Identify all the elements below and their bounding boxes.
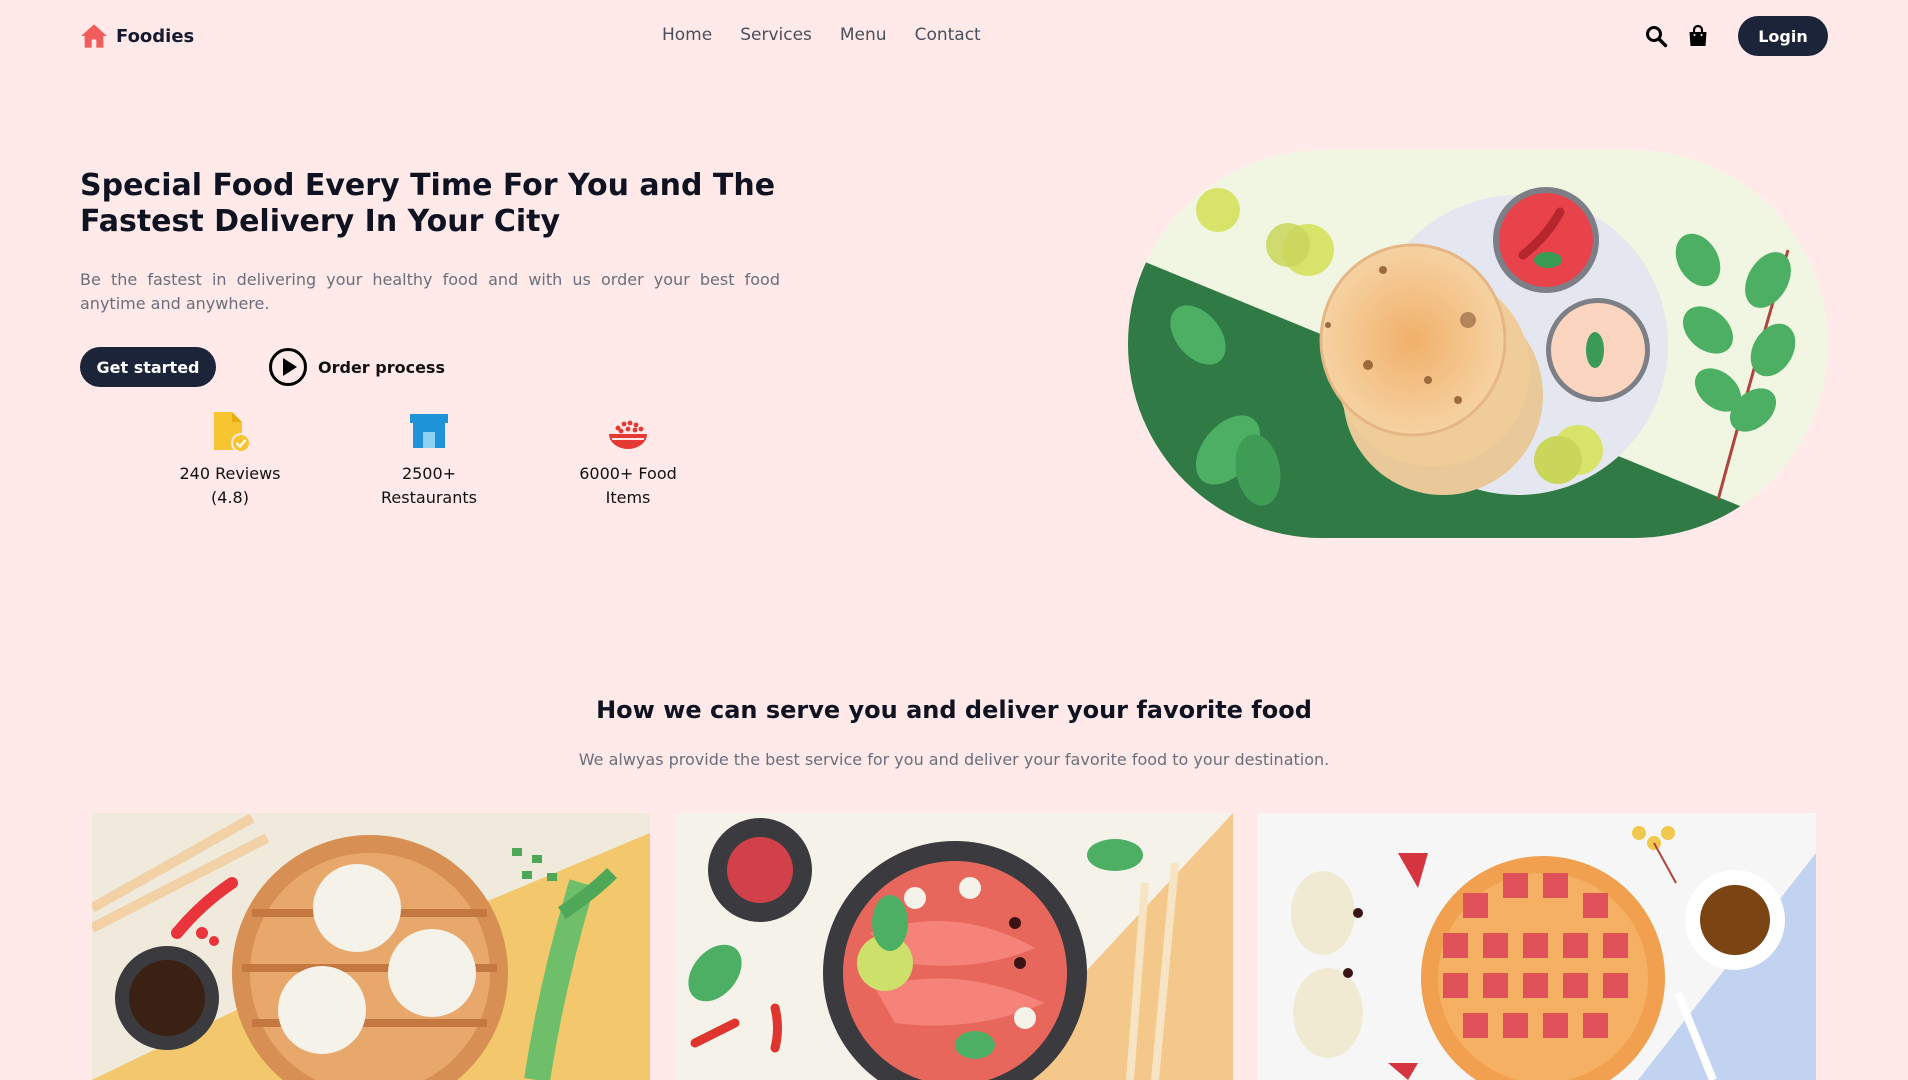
reviews-document-icon [214, 412, 251, 453]
nav-link-home[interactable]: Home [662, 25, 712, 45]
service-card-seafood [675, 813, 1233, 1080]
stat-reviews: 240 Reviews (4.8) [160, 410, 300, 510]
services-title: How we can serve you and deliver your fa… [596, 696, 1312, 724]
get-started-button[interactable]: Get started [80, 347, 216, 387]
login-button[interactable]: Login [1738, 16, 1828, 56]
hero-title: Special Food Every Time For You and The … [80, 168, 776, 239]
nav-link-menu[interactable]: Menu [840, 25, 887, 45]
nav-links: Home Services Menu Contact [662, 25, 981, 45]
pie-illustration [1258, 813, 1816, 1080]
order-process-label: Order process [318, 357, 445, 377]
stat-reviews-line2: (4.8) [211, 488, 249, 507]
stat-food-items: 6000+ Food Items [558, 410, 698, 510]
services-subtitle: We alwyas provide the best service for y… [578, 750, 1330, 769]
hero-food-illustration [1128, 150, 1828, 538]
hero-subtitle: Be the fastest in delivering your health… [80, 270, 780, 313]
nav-link-contact[interactable]: Contact [915, 25, 981, 45]
dumplings-illustration [92, 813, 650, 1080]
brand-logo[interactable]: Foodies [80, 22, 194, 50]
nav-actions: Login [1644, 16, 1828, 56]
navbar: Foodies Home Services Menu Contact Login [0, 0, 1908, 72]
home-icon [81, 24, 107, 48]
food-bowl-icon [609, 420, 647, 449]
service-card-dumplings [92, 813, 650, 1080]
stat-restaurants-line2: Restaurants [381, 488, 477, 507]
nav-link-services[interactable]: Services [740, 25, 812, 45]
search-icon[interactable] [1644, 24, 1668, 48]
stat-restaurants: 2500+ Restaurants [359, 410, 499, 510]
shopping-bag-icon[interactable] [1686, 24, 1710, 48]
seafood-bowl-illustration [675, 813, 1233, 1080]
stat-restaurants-line1: 2500+ [401, 464, 457, 483]
brand-name: Foodies [116, 25, 195, 47]
order-process-link[interactable]: Order process [268, 347, 445, 387]
service-card-pie [1258, 813, 1816, 1080]
play-circle-icon [269, 348, 307, 386]
store-icon [410, 414, 448, 448]
stat-reviews-line1: 240 Reviews [179, 464, 281, 483]
stat-food-items-line2: Items [605, 488, 651, 507]
stat-food-items-line1: 6000+ Food [579, 464, 677, 483]
